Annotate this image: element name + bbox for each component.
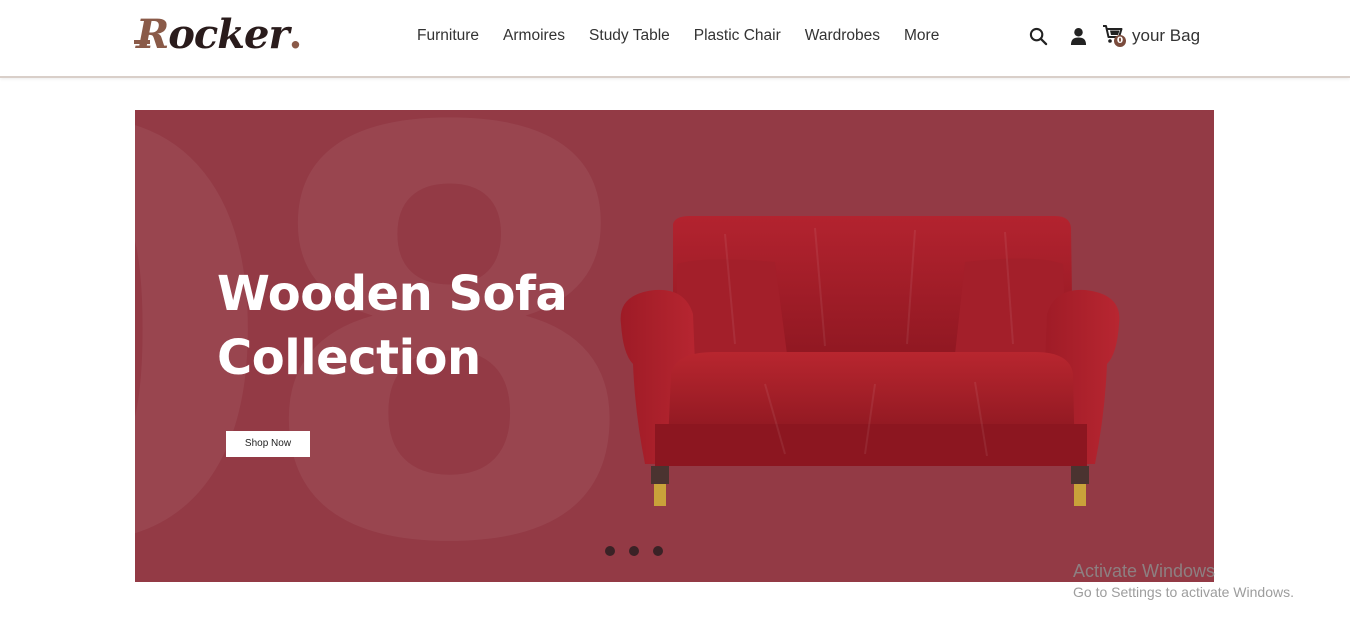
nav-item-armoires[interactable]: Armoires (503, 24, 565, 48)
header-actions: 0 your Bag (1028, 22, 1200, 50)
nav-item-more[interactable]: More (904, 24, 939, 48)
bag-label: your Bag (1132, 26, 1201, 45)
hero-title: Wooden Sofa Collection (217, 262, 637, 390)
shop-now-button[interactable]: Shop Now (226, 431, 310, 457)
search-icon[interactable] (1028, 24, 1048, 48)
activate-windows-watermark: Activate Windows Go to Settings to activ… (1073, 560, 1294, 602)
hero-banner: 08 Wooden Sofa Collection Shop Now (135, 110, 1214, 582)
logo-accent-bar (134, 40, 150, 44)
slide-dot-1[interactable] (605, 546, 615, 556)
slide-dot-3[interactable] (653, 546, 663, 556)
slider-pagination (605, 546, 663, 556)
nav-item-wardrobes[interactable]: Wardrobes (805, 24, 880, 48)
main-nav: Furniture Armoires Study Table Plastic C… (417, 24, 963, 48)
cart-count-badge: 0 (1114, 35, 1126, 47)
watermark-title: Activate Windows (1073, 561, 1216, 581)
slide-dot-2[interactable] (629, 546, 639, 556)
logo-text: ocker (168, 11, 289, 58)
hero-title-line-1: Wooden Sofa (217, 266, 568, 322)
nav-item-plastic-chair[interactable]: Plastic Chair (694, 24, 781, 48)
nav-item-furniture[interactable]: Furniture (417, 24, 479, 48)
bag-button[interactable]: 0 your Bag (1102, 24, 1200, 48)
logo-dot: . (288, 11, 303, 58)
red-sofa-image (620, 216, 1120, 506)
user-icon[interactable] (1068, 24, 1088, 48)
nav-item-study-table[interactable]: Study Table (589, 24, 670, 48)
watermark-subtitle: Go to Settings to activate Windows. (1073, 584, 1294, 600)
hero-title-line-2: Collection (217, 330, 481, 386)
logo-first-letter: R (136, 11, 169, 58)
site-header: Rocker. Furniture Armoires Study Table P… (0, 0, 1350, 78)
rocker-logo[interactable]: Rocker. (134, 11, 303, 58)
cart-icon: 0 (1102, 24, 1126, 48)
